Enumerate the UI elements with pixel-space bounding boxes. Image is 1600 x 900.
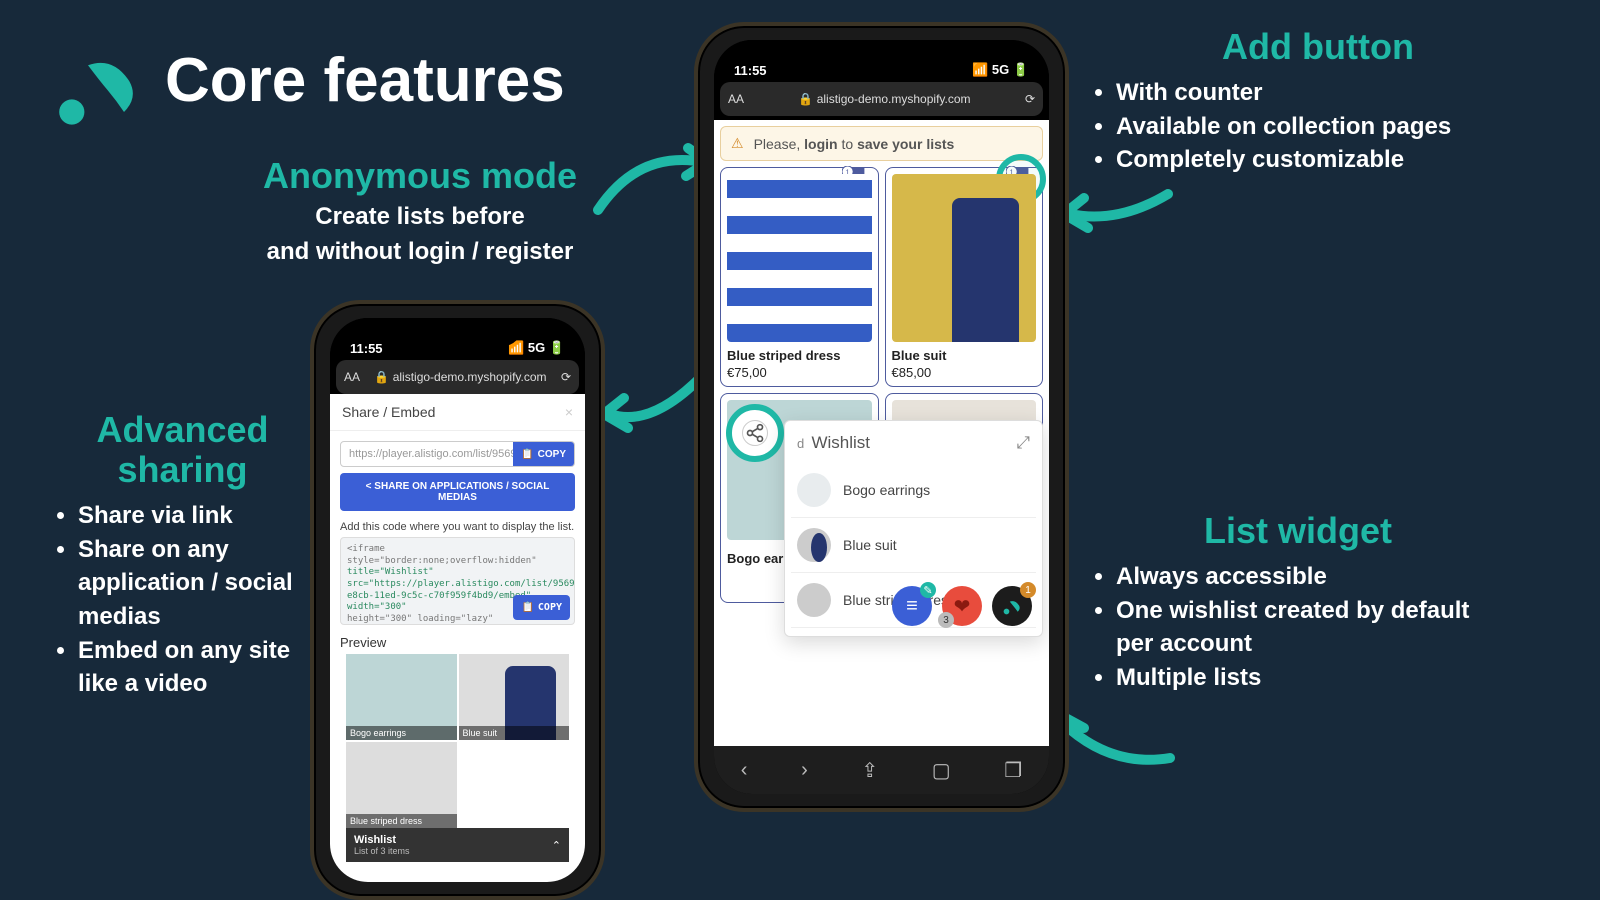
preview-cell: Bogo earrings	[346, 654, 457, 740]
share-modal-header: Share / Embed ×	[330, 394, 585, 431]
product-card[interactable]: 1 Blue suit €85,00	[885, 167, 1044, 387]
browser-nav-bar: ‹ › ⇪ ▢ ❐	[714, 746, 1049, 794]
share-icon[interactable]: ⇪	[861, 758, 878, 783]
share-link-input[interactable]: https://player.alistigo.com/list/9569	[341, 442, 513, 466]
wishlist-widget-popup[interactable]: d Wishlist ⤢ Bogo earrings Blue suit Blu…	[784, 420, 1043, 637]
arrow-addbutton	[1058, 184, 1178, 264]
embed-note: Add this code where you want to display …	[340, 521, 575, 533]
preview-grid: Bogo earrings Blue suit Blue striped dre…	[346, 654, 569, 828]
add-list-fab-icon[interactable]: ≡✎	[892, 586, 932, 626]
share-icon[interactable]	[742, 420, 768, 446]
warning-icon: ⚠	[731, 135, 744, 152]
product-image	[892, 174, 1037, 342]
preview-wishlist-bar[interactable]: Wishlist List of 3 items ⌃	[346, 828, 569, 862]
feature-advanced-sharing: Advanced sharing Share via link Share on…	[50, 410, 315, 701]
product-card[interactable]: 1 Blue striped dress €75,00	[720, 167, 879, 387]
arrow-listwidget	[1050, 688, 1180, 778]
embed-code-block[interactable]: <iframe style="border:none;overflow:hidd…	[340, 537, 575, 625]
wishlist-item[interactable]: Bogo earrings	[791, 463, 1036, 518]
feature-label: List widget	[1088, 510, 1508, 552]
preview-cell: Blue suit	[459, 654, 570, 740]
share-social-button[interactable]: < SHARE ON APPLICATIONS / SOCIAL MEDIAS	[340, 473, 575, 511]
forward-icon[interactable]: ›	[801, 759, 808, 782]
back-icon[interactable]: ‹	[741, 759, 748, 782]
text-size-icon[interactable]: AA	[728, 92, 744, 106]
reload-icon[interactable]: ⟳	[561, 370, 571, 384]
copy-link-button[interactable]: 📋 COPY	[513, 442, 574, 466]
wishlist-item[interactable]: Blue suit	[791, 518, 1036, 573]
feature-label: Anonymous mode	[200, 155, 640, 197]
feature-label: Add button	[1088, 26, 1548, 68]
chevron-up-icon: ⌃	[552, 839, 561, 852]
reload-icon[interactable]: ⟳	[1025, 92, 1035, 106]
favorites-fab-icon[interactable]: ❤3	[942, 586, 982, 626]
page-title: Core features	[165, 45, 565, 116]
text-size-icon[interactable]: AA	[344, 370, 360, 384]
feature-list-widget: List widget Always accessible One wishli…	[1088, 510, 1508, 694]
preview-label: Preview	[340, 635, 575, 650]
phone-mockup-store: 11:55 📶 5G 🔋 AA 🔒 alistigo-demo.myshopif…	[694, 22, 1069, 812]
bookmarks-icon[interactable]: ▢	[932, 758, 951, 783]
copy-code-button[interactable]: 📋 COPY	[513, 595, 570, 620]
preview-cell	[459, 742, 570, 828]
login-banner[interactable]: ⚠ Please, login to save your lists	[720, 126, 1043, 161]
brand-logo	[52, 40, 142, 130]
browser-address-bar[interactable]: AA 🔒 alistigo-demo.myshopify.com ⟳	[720, 82, 1043, 116]
product-image	[727, 174, 872, 342]
feature-label: Advanced sharing	[50, 410, 315, 489]
share-icon: <	[366, 481, 372, 492]
brand-fab-icon[interactable]: 1	[992, 586, 1032, 626]
expand-icon[interactable]: ⤢	[1016, 433, 1030, 453]
feature-add-button: Add button With counter Available on col…	[1088, 26, 1548, 177]
highlight-marker	[726, 404, 784, 462]
browser-address-bar[interactable]: AA 🔒 alistigo-demo.myshopify.com ⟳	[336, 360, 579, 394]
close-icon[interactable]: ×	[565, 404, 573, 420]
phone-mockup-share: 11:55 📶 5G 🔋 AA 🔒 alistigo-demo.myshopif…	[310, 300, 605, 900]
preview-cell: Blue striped dress	[346, 742, 457, 828]
feature-anonymous-mode: Anonymous mode Create lists before and w…	[200, 155, 640, 267]
tabs-icon[interactable]: ❐	[1004, 758, 1022, 783]
share-link-row: https://player.alistigo.com/list/9569 📋 …	[340, 441, 575, 467]
